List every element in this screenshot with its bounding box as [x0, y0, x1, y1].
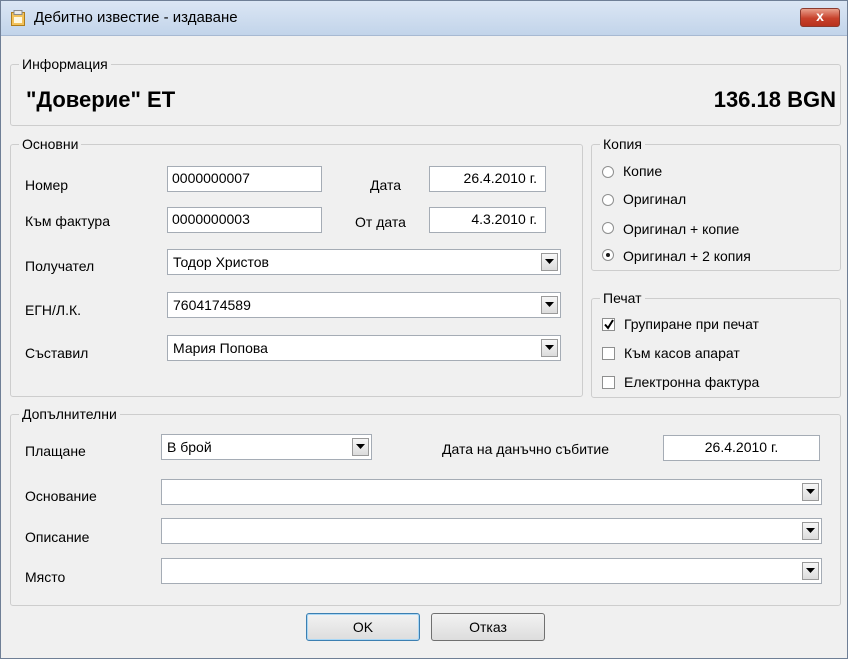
checkbox-icon[interactable]	[602, 376, 615, 389]
checkbox-icon[interactable]	[602, 347, 615, 360]
recipient-combo[interactable]: Тодор Христов	[167, 249, 561, 275]
print-group: Печат Групиране при печат Към касов апар…	[591, 290, 841, 398]
print-legend: Печат	[600, 290, 645, 306]
debit-note-dialog: Дебитно известие - издаване x Информация…	[0, 0, 848, 659]
info-group: Информация "Доверие" ЕТ 136.18 BGN	[10, 56, 841, 126]
place-label: Място	[25, 569, 66, 585]
print-option-label: Групиране при печат	[624, 316, 759, 332]
invoice-field[interactable]: 0000000003	[167, 207, 322, 233]
print-option-label: Електронна фактура	[624, 374, 760, 390]
chevron-down-icon[interactable]	[352, 438, 369, 456]
basis-combo[interactable]	[161, 479, 822, 505]
egn-label: ЕГН/Л.К.	[25, 302, 82, 318]
close-icon: x	[816, 8, 824, 24]
radio-icon[interactable]	[602, 194, 614, 206]
checkbox-checked-icon[interactable]	[602, 318, 615, 331]
number-label: Номер	[25, 177, 69, 193]
basic-group: Основни Номер 0000000007 Дата 26.4.2010 …	[10, 136, 583, 397]
payment-label: Плащане	[25, 443, 86, 459]
recipient-label: Получател	[25, 258, 95, 274]
recipient-value: Тодор Христов	[173, 254, 269, 270]
copies-group: Копия Копие Оригинал Оригинал + копие Ор…	[591, 136, 841, 271]
invoice-label: Към фактура	[25, 213, 110, 229]
chevron-down-icon[interactable]	[541, 253, 558, 271]
window-title: Дебитно известие - издаване	[34, 9, 238, 26]
radio-selected-icon[interactable]	[602, 249, 614, 261]
cancel-button[interactable]: Отказ	[431, 613, 545, 641]
from-date-field[interactable]: 4.3.2010 г.	[429, 207, 546, 233]
chevron-down-icon[interactable]	[802, 522, 819, 540]
radio-icon[interactable]	[602, 166, 614, 178]
copies-option-label: Оригинал	[623, 191, 687, 207]
payment-combo[interactable]: В брой	[161, 434, 372, 460]
info-legend: Информация	[19, 56, 111, 72]
tax-date-label: Дата на данъчно събитие	[442, 441, 610, 457]
copies-option-label: Оригинал + 2 копия	[623, 248, 751, 264]
egn-value: 7604174589	[173, 297, 251, 313]
ok-button[interactable]: OK	[306, 613, 420, 641]
egn-combo[interactable]: 7604174589	[167, 292, 561, 318]
place-combo[interactable]	[161, 558, 822, 584]
description-label: Описание	[25, 529, 90, 545]
basis-label: Основание	[25, 488, 97, 504]
additional-group: Допълнителни Плащане В брой Дата на данъ…	[10, 406, 841, 606]
chevron-down-icon[interactable]	[802, 483, 819, 501]
chevron-down-icon[interactable]	[802, 562, 819, 580]
from-date-label: От дата	[355, 214, 406, 230]
document-icon	[11, 10, 25, 26]
author-value: Мария Попова	[173, 340, 268, 356]
total-amount: 136.18 BGN	[713, 87, 836, 112]
copies-option-label: Копие	[623, 163, 663, 179]
date-field[interactable]: 26.4.2010 г.	[429, 166, 546, 192]
tax-date-field[interactable]: 26.4.2010 г.	[663, 435, 820, 461]
radio-icon[interactable]	[602, 222, 614, 234]
copies-legend: Копия	[600, 136, 645, 152]
number-field[interactable]: 0000000007	[167, 166, 322, 192]
print-option-label: Към касов апарат	[624, 345, 740, 361]
basic-legend: Основни	[19, 136, 82, 152]
chevron-down-icon[interactable]	[541, 296, 558, 314]
author-combo[interactable]: Мария Попова	[167, 335, 561, 361]
additional-legend: Допълнителни	[19, 406, 120, 422]
author-label: Съставил	[25, 345, 89, 361]
chevron-down-icon[interactable]	[541, 339, 558, 357]
title-bar[interactable]: Дебитно известие - издаване x	[1, 1, 847, 36]
description-combo[interactable]	[161, 518, 822, 544]
payment-value: В брой	[167, 439, 212, 455]
company-name: "Доверие" ЕТ	[26, 87, 176, 112]
close-button[interactable]: x	[800, 8, 840, 27]
copies-option-label: Оригинал + копие	[623, 221, 740, 237]
date-label: Дата	[370, 177, 402, 193]
